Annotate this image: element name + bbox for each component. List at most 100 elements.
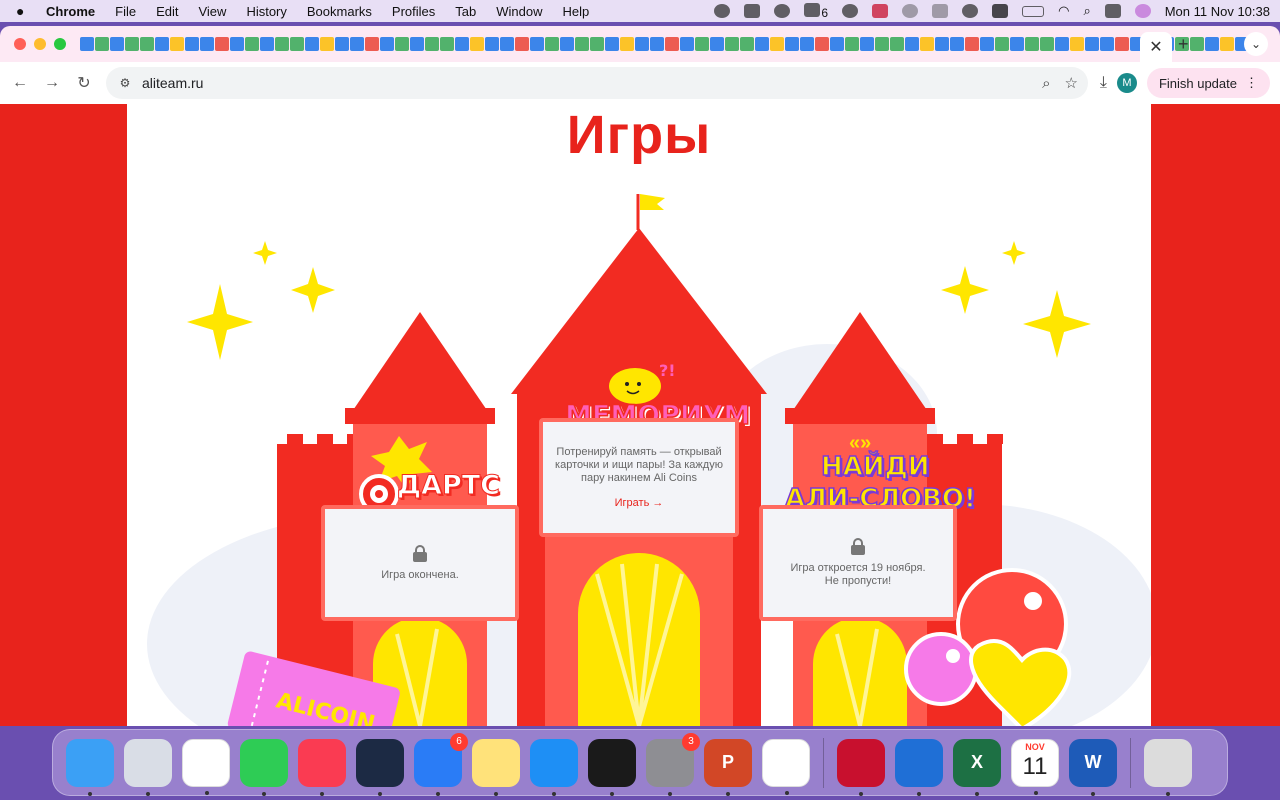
dock-music-icon[interactable] (298, 738, 346, 796)
site-info-icon[interactable]: ⚙ (116, 74, 134, 92)
tab-favicon-icon[interactable] (455, 37, 469, 51)
tab-favicon-icon[interactable] (110, 37, 124, 51)
tab-favicon-icon[interactable] (170, 37, 184, 51)
tab-favicon-icon[interactable] (1085, 37, 1099, 51)
menu-view[interactable]: View (198, 4, 226, 19)
tab-favicon-icon[interactable] (500, 37, 514, 51)
minimize-window-button[interactable] (34, 38, 46, 50)
vpn-status-icon[interactable] (842, 4, 859, 18)
tab-favicon-icon[interactable] (230, 37, 244, 51)
menu-tab[interactable]: Tab (455, 4, 476, 19)
tab-favicon-icon[interactable] (605, 37, 619, 51)
control-center-icon[interactable] (1104, 4, 1121, 18)
menu-history[interactable]: History (246, 4, 286, 19)
tab-favicon-icon[interactable] (215, 37, 229, 51)
tab-favicon-icon[interactable] (800, 37, 814, 51)
dock-excel-icon[interactable]: X (953, 738, 1001, 796)
tab-favicon-icon[interactable] (185, 37, 199, 51)
zoom-icon[interactable]: ⌕ (1042, 75, 1050, 92)
tab-favicon-icon[interactable] (95, 37, 109, 51)
tab-favicon-icon[interactable] (695, 37, 709, 51)
forward-button[interactable]: → (36, 74, 68, 92)
tab-favicon-icon[interactable] (1025, 37, 1039, 51)
tab-favicon-icon[interactable] (365, 37, 379, 51)
tab-favicon-icon[interactable] (815, 37, 829, 51)
tab-favicon-icon[interactable] (650, 37, 664, 51)
dock-finder-icon[interactable] (66, 738, 114, 796)
wifi-icon[interactable]: ◠ (1058, 3, 1069, 19)
tab-favicon-icon[interactable] (950, 37, 964, 51)
status-badge-group[interactable]: 6 (804, 2, 828, 20)
shield-status-icon[interactable] (744, 4, 761, 18)
menu-file[interactable]: File (115, 4, 136, 19)
dock-notes-icon[interactable] (472, 738, 520, 796)
tab-favicon-icon[interactable] (1100, 37, 1114, 51)
tab-favicon-icon[interactable] (530, 37, 544, 51)
globe-status-icon[interactable] (902, 4, 919, 18)
tab-favicon-icon[interactable] (905, 37, 919, 51)
mcafee-status-icon[interactable] (872, 4, 889, 18)
tab-favicon-icon[interactable] (680, 37, 694, 51)
tab-favicon-icon[interactable] (1010, 37, 1024, 51)
tab-favicon-icon[interactable] (755, 37, 769, 51)
clock[interactable]: Mon 11 Nov 10:38 (1165, 4, 1270, 19)
dock-trash-icon[interactable] (1144, 738, 1192, 796)
tab-favicon-icon[interactable] (965, 37, 979, 51)
battery-icon[interactable] (1022, 5, 1045, 17)
tab-favicon-icon[interactable] (410, 37, 424, 51)
dock-facetime-icon[interactable] (240, 738, 288, 796)
tab-favicon-icon[interactable] (260, 37, 274, 51)
tab-favicon-icon[interactable] (485, 37, 499, 51)
tab-favicon-icon[interactable] (1205, 37, 1219, 51)
play-status-icon[interactable] (962, 4, 979, 18)
status-app-icon[interactable] (774, 4, 791, 18)
tab-favicon-icon[interactable] (635, 37, 649, 51)
tab-favicon-icon[interactable] (770, 37, 784, 51)
tab-favicon-icon[interactable] (830, 37, 844, 51)
tab-search-button[interactable]: ⌄ (1244, 32, 1268, 56)
tab-favicon-icon[interactable] (200, 37, 214, 51)
tab-favicon-icon[interactable] (395, 37, 409, 51)
tab-favicon-icon[interactable] (740, 37, 754, 51)
tab-favicon-icon[interactable] (380, 37, 394, 51)
tab-favicon-icon[interactable] (980, 37, 994, 51)
tab-favicon-icon[interactable] (545, 37, 559, 51)
finish-update-button[interactable]: Finish update ⋮ (1146, 68, 1270, 98)
tab-favicon-icon[interactable] (470, 37, 484, 51)
tab-favicon-icon[interactable] (620, 37, 634, 51)
siri-icon[interactable] (1134, 4, 1151, 18)
tab-favicon-icon[interactable] (275, 37, 289, 51)
dock-app-hex-icon[interactable] (588, 738, 636, 796)
close-window-button[interactable] (14, 38, 26, 50)
dock-powerpoint-icon[interactable]: P (704, 738, 752, 796)
tab-favicon-icon[interactable] (875, 37, 889, 51)
tab-favicon-icon[interactable] (335, 37, 349, 51)
dock-system-settings-icon[interactable]: 3 (646, 732, 700, 796)
dock-app-dark-icon[interactable] (356, 738, 404, 796)
menu-bookmarks[interactable]: Bookmarks (307, 4, 372, 19)
tab-favicon-icon[interactable] (305, 37, 319, 51)
url-text[interactable]: aliteam.ru (142, 75, 203, 91)
app-menu[interactable]: Chrome (46, 4, 95, 19)
keyboard-input-icon[interactable] (992, 4, 1009, 18)
menu-window[interactable]: Window (496, 4, 542, 19)
active-tab[interactable]: ✕ (1140, 32, 1172, 62)
spotlight-search-icon[interactable]: ⌕ (1083, 3, 1090, 19)
tab-favicon-icon[interactable] (890, 37, 904, 51)
dock-shield-app-icon[interactable] (895, 738, 943, 796)
tab-favicon-icon[interactable] (1055, 37, 1069, 51)
dock-photos-icon[interactable] (182, 738, 230, 795)
tab-favicon-icon[interactable] (140, 37, 154, 51)
tab-favicon-icon[interactable] (665, 37, 679, 51)
tab-favicon-icon[interactable] (995, 37, 1009, 51)
tab-favicon-icon[interactable] (560, 37, 574, 51)
tab-favicon-icon[interactable] (320, 37, 334, 51)
bookmark-star-icon[interactable]: ☆ (1065, 74, 1078, 92)
dock-word-icon[interactable]: W (1069, 738, 1117, 796)
dock-acrobat-icon[interactable] (837, 738, 885, 796)
tab-favicon-icon[interactable] (425, 37, 439, 51)
tab-favicon-icon[interactable] (935, 37, 949, 51)
memorium-play-link[interactable]: Играть → (615, 497, 664, 509)
zoom-window-button[interactable] (54, 38, 66, 50)
address-bar[interactable]: ⚙ aliteam.ru ⌕ ☆ (106, 67, 1088, 99)
